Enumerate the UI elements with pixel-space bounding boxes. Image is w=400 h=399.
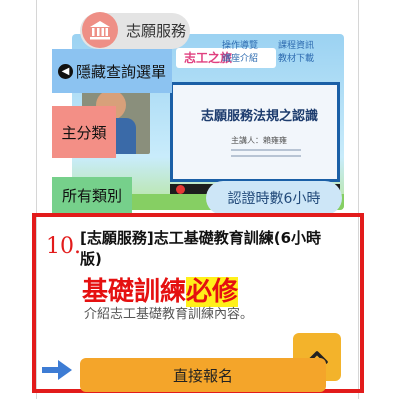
slide-text-line [231, 149, 301, 151]
category-label: 志願服務 [126, 22, 187, 40]
certified-hours-badge: 認證時數6小時 [206, 181, 342, 215]
slide-frame: 志願服務法規之認識 主講人：賴雍雍 [170, 82, 340, 182]
arrow-left-icon: ◀ [58, 63, 73, 79]
item-number: 10. [46, 234, 81, 259]
thumbnail-menu-item: 操作導覽 [222, 41, 259, 51]
slide-title: 志願服務法規之認識 [201, 109, 319, 124]
slide-presenter: 主講人：賴雍雍 [231, 136, 287, 145]
slide-text-line [231, 155, 301, 157]
thumbnail-menu-item: 講座介紹 [222, 54, 259, 64]
arrow-right-icon [42, 360, 72, 380]
main-category-button[interactable]: 主分類 [52, 106, 116, 158]
thumbnail-menu: 操作導覽 課程資訊 講座介紹 教材下載 [222, 38, 334, 64]
thumbnail-menu-item: 課程資訊 [278, 41, 315, 51]
temple-icon [82, 12, 118, 48]
thumbnail-menu-item: 教材下載 [278, 54, 315, 64]
course-description: 介紹志工基礎教育訓練內容。 [84, 307, 254, 322]
course-title[interactable]: [志願服務]志工基礎教育訓練(6小時版) [80, 228, 342, 270]
hide-search-menu-button[interactable]: ◀ 隱藏查詢選單 [52, 49, 172, 93]
register-button[interactable]: 直接報名 [80, 358, 326, 392]
all-categories-button[interactable]: 所有類別 [52, 177, 132, 213]
slide: 志願服務法規之認識 主講人：賴雍雍 [173, 85, 337, 179]
record-indicator-icon [176, 185, 185, 194]
hide-search-menu-label: 隱藏查詢選單 [76, 62, 167, 81]
